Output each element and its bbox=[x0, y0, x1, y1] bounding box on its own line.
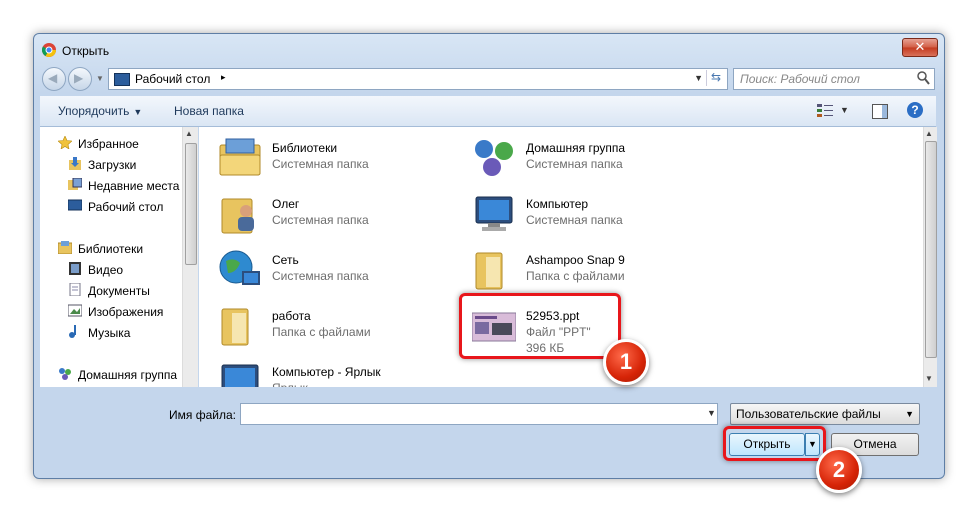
file-type: Системная папка bbox=[272, 213, 369, 227]
file-name: Домашняя группа bbox=[526, 141, 626, 155]
open-button-highlight bbox=[723, 426, 826, 461]
file-item-oleg[interactable]: Олег Системная папка bbox=[204, 189, 444, 241]
sidebar-item-label: Изображения bbox=[88, 305, 164, 319]
open-file-dialog: Открыть ✕ ◀ ▶ ▼ Рабочий стол ▸ ▼ ⇆ Поиск… bbox=[33, 33, 945, 479]
file-type: Папка с файлами bbox=[526, 269, 625, 283]
sidebar-scrollbar[interactable]: ▲ bbox=[182, 127, 198, 387]
file-list-scroll-thumb[interactable] bbox=[925, 141, 937, 358]
back-arrow-icon: ◀ bbox=[48, 71, 58, 85]
file-name: работа bbox=[272, 309, 311, 323]
ppt-file-highlight bbox=[459, 293, 621, 359]
refresh-icon[interactable]: ⇆ bbox=[706, 70, 725, 86]
preview-pane-icon[interactable] bbox=[872, 104, 888, 119]
file-name: Компьютер bbox=[526, 197, 589, 211]
file-type: Системная папка bbox=[526, 213, 623, 227]
star-icon bbox=[58, 136, 72, 149]
homegroup-icon bbox=[475, 140, 513, 176]
chrome-icon bbox=[42, 43, 56, 57]
sidebar-item-label: Библиотеки bbox=[78, 242, 144, 256]
search-icon bbox=[917, 71, 930, 85]
filename-input[interactable] bbox=[240, 403, 718, 425]
recent-places-icon bbox=[68, 178, 82, 190]
file-type: Папка с файлами bbox=[272, 325, 371, 339]
file-item-rabota[interactable]: работа Папка с файлами bbox=[204, 301, 444, 353]
desktop-icon bbox=[114, 73, 130, 86]
folder-icon bbox=[221, 308, 249, 346]
change-view-icon[interactable] bbox=[817, 103, 833, 118]
sidebar-item-label: Музыка bbox=[88, 326, 131, 340]
sidebar-item-label: Видео bbox=[88, 263, 124, 277]
file-type-filter-value: Пользовательские файлы bbox=[736, 407, 881, 421]
file-item-computer[interactable]: Компьютер Системная папка bbox=[458, 189, 698, 241]
libraries-icon bbox=[58, 241, 72, 254]
organize-label: Упорядочить bbox=[58, 104, 130, 118]
file-item-computer-shortcut[interactable]: Компьютер - Ярлык Ярлык bbox=[204, 357, 444, 387]
search-input[interactable]: Поиск: Рабочий стол bbox=[740, 72, 860, 86]
sidebar-scroll-thumb[interactable] bbox=[185, 143, 197, 265]
sidebar-item-label: Рабочий стол bbox=[88, 200, 164, 214]
file-name: Ashampoo Snap 9 bbox=[526, 253, 625, 267]
address-location[interactable]: Рабочий стол bbox=[135, 72, 210, 86]
file-item-homegroup[interactable]: Домашняя группа Системная папка bbox=[458, 133, 698, 185]
music-icon bbox=[69, 325, 76, 338]
address-dropdown-icon[interactable]: ▼ bbox=[694, 73, 703, 83]
history-dropdown-icon[interactable]: ▼ bbox=[96, 74, 104, 83]
filename-label: Имя файла: bbox=[169, 408, 236, 422]
step-badge-2: 2 bbox=[816, 447, 862, 493]
video-icon bbox=[69, 262, 81, 275]
window-title: Открыть bbox=[62, 44, 110, 58]
pictures-icon bbox=[68, 304, 82, 317]
desktop-icon bbox=[68, 199, 82, 211]
filter-dropdown-icon: ▼ bbox=[905, 409, 914, 419]
documents-icon bbox=[69, 283, 81, 296]
file-item-ashampoo-snap[interactable]: Ashampoo Snap 9 Папка с файлами bbox=[458, 245, 698, 297]
network-icon bbox=[219, 250, 260, 285]
navigation-pane: Избранное Загрузки Недавние места Рабочи… bbox=[40, 127, 198, 387]
step-badge-1: 1 bbox=[603, 339, 649, 385]
file-name: Библиотеки bbox=[272, 141, 338, 155]
command-toolbar: Упорядочить ▼ Новая папка ▼ ? bbox=[40, 96, 936, 127]
help-icon[interactable]: ? bbox=[907, 102, 923, 118]
back-button[interactable]: ◀ bbox=[42, 67, 66, 91]
close-button[interactable]: ✕ bbox=[902, 38, 938, 57]
file-type: Ярлык bbox=[272, 381, 308, 387]
scroll-down-icon[interactable]: ▼ bbox=[925, 374, 933, 383]
sidebar-item-label: Недавние места bbox=[88, 179, 180, 193]
file-item-libraries[interactable]: Библиотеки Системная папка bbox=[204, 133, 444, 185]
file-name: Сеть bbox=[272, 253, 299, 267]
downloads-icon bbox=[69, 157, 81, 170]
forward-button[interactable]: ▶ bbox=[68, 67, 92, 91]
view-dropdown-icon[interactable]: ▼ bbox=[840, 105, 849, 115]
computer-shortcut-icon bbox=[221, 364, 259, 387]
libraries-folder-icon bbox=[219, 138, 261, 176]
sidebar-item-label: Домашняя группа bbox=[78, 368, 178, 382]
file-name: Компьютер - Ярлык bbox=[272, 365, 381, 379]
new-folder-button[interactable]: Новая папка bbox=[174, 104, 244, 118]
file-type: Системная папка bbox=[526, 157, 623, 171]
scroll-up-icon[interactable]: ▲ bbox=[925, 129, 933, 138]
sidebar-item-label: Избранное bbox=[78, 137, 139, 151]
sidebar-item-label: Загрузки bbox=[88, 158, 137, 172]
breadcrumb-arrow-icon[interactable]: ▸ bbox=[221, 72, 226, 83]
file-type: Системная папка bbox=[272, 269, 369, 283]
homegroup-icon bbox=[59, 368, 71, 380]
file-type-filter[interactable]: Пользовательские файлы ▼ bbox=[730, 403, 920, 425]
forward-arrow-icon: ▶ bbox=[74, 71, 84, 85]
title-bar: Открыть ✕ bbox=[34, 34, 944, 62]
user-folder-icon bbox=[221, 198, 254, 234]
file-type: Системная папка bbox=[272, 157, 369, 171]
folder-icon bbox=[475, 252, 503, 290]
file-name: Олег bbox=[272, 197, 300, 211]
organize-menu[interactable]: Упорядочить ▼ bbox=[58, 104, 142, 118]
sidebar-item-label: Документы bbox=[88, 284, 150, 298]
file-item-network[interactable]: Сеть Системная папка bbox=[204, 245, 444, 297]
scroll-up-icon[interactable]: ▲ bbox=[185, 129, 193, 138]
address-bar[interactable]: Рабочий стол ▸ ▼ ⇆ bbox=[108, 68, 728, 90]
file-list-scrollbar[interactable]: ▲ ▼ bbox=[923, 127, 937, 387]
search-box[interactable]: Поиск: Рабочий стол bbox=[733, 68, 935, 90]
computer-icon bbox=[475, 196, 513, 231]
organize-dropdown-icon: ▼ bbox=[133, 107, 143, 117]
